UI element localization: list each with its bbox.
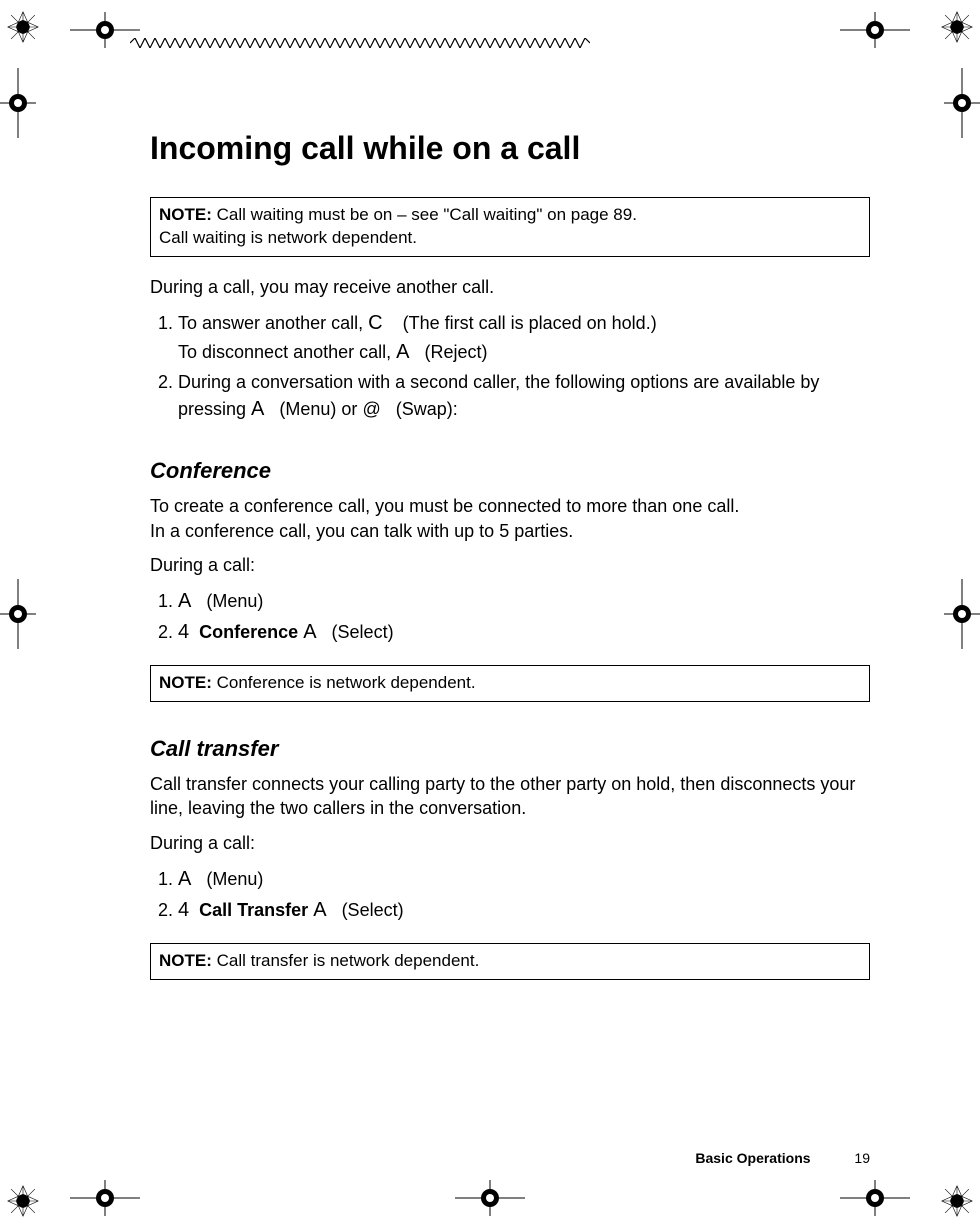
note-text: Call waiting is network dependent. xyxy=(159,228,417,247)
registration-mark-icon xyxy=(944,68,980,138)
sunburst-icon xyxy=(6,10,40,44)
footer-chapter: Basic Operations xyxy=(695,1150,810,1166)
page-title: Incoming call while on a call xyxy=(150,130,870,167)
registration-mark-icon xyxy=(70,1180,140,1216)
conference-desc: In a conference call, you can talk with … xyxy=(150,519,870,543)
registration-mark-icon xyxy=(0,579,36,649)
step-text: (Menu) or xyxy=(274,399,362,419)
conference-desc: To create a conference call, you must be… xyxy=(150,494,870,518)
registration-mark-icon xyxy=(840,1180,910,1216)
sunburst-icon xyxy=(6,1184,40,1218)
select-key-icon: A xyxy=(303,621,316,643)
note-text: Call waiting must be on – see "Call wait… xyxy=(212,205,637,224)
menu-key-icon: A xyxy=(178,868,191,890)
step-text-bold: Conference xyxy=(199,622,298,642)
step-text: (Menu) xyxy=(201,591,263,611)
step-text: (Swap): xyxy=(391,399,458,419)
list-item: 4 Conference A (Select) xyxy=(178,618,870,647)
swap-key-icon: @ xyxy=(362,399,380,419)
step-text-bold: Call Transfer xyxy=(199,900,308,920)
note-conference: NOTE: Conference is network dependent. xyxy=(150,665,870,702)
registration-mark-icon xyxy=(0,68,36,138)
step-text: (Reject) xyxy=(420,342,488,362)
reject-key-icon: A xyxy=(396,341,409,363)
page-footer: Basic Operations 19 xyxy=(695,1150,870,1166)
note-text: Call transfer is network dependent. xyxy=(212,951,479,970)
footer-page-number: 19 xyxy=(854,1150,870,1166)
menu-key-icon: A xyxy=(251,398,264,420)
list-item: During a conversation with a second call… xyxy=(178,369,870,424)
step-text: To disconnect another call, xyxy=(178,342,396,362)
list-item: A (Menu) xyxy=(178,587,870,616)
call-transfer-heading: Call transfer xyxy=(150,736,870,762)
registration-mark-icon xyxy=(840,12,910,48)
call-transfer-steps: A (Menu) 4 Call Transfer A (Select) xyxy=(150,865,870,925)
registration-mark-icon xyxy=(70,12,140,48)
list-item: To answer another call, C (The first cal… xyxy=(178,309,870,367)
list-item: A (Menu) xyxy=(178,865,870,894)
list-item: 4 Call Transfer A (Select) xyxy=(178,896,870,925)
incoming-steps: To answer another call, C (The first cal… xyxy=(150,309,870,424)
intro-text: During a call, you may receive another c… xyxy=(150,275,870,299)
nav-key-icon: 4 xyxy=(178,621,189,643)
note-label: NOTE: xyxy=(159,205,212,224)
call-transfer-during: During a call: xyxy=(150,831,870,855)
sunburst-icon xyxy=(940,1184,974,1218)
registration-mark-icon xyxy=(455,1180,525,1216)
registration-mark-icon xyxy=(944,579,980,649)
nav-key-icon: 4 xyxy=(178,899,189,921)
page-content: Incoming call while on a call NOTE: Call… xyxy=(150,130,870,1138)
step-text: To answer another call, xyxy=(178,313,368,333)
step-text: (Select) xyxy=(337,900,404,920)
answer-key-icon: C xyxy=(368,312,382,334)
conference-during: During a call: xyxy=(150,553,870,577)
header-zigzag xyxy=(130,38,590,48)
step-text: (Select) xyxy=(327,622,394,642)
conference-steps: A (Menu) 4 Conference A (Select) xyxy=(150,587,870,647)
note-label: NOTE: xyxy=(159,673,212,692)
note-call-transfer: NOTE: Call transfer is network dependent… xyxy=(150,943,870,980)
conference-heading: Conference xyxy=(150,458,870,484)
note-text: Conference is network dependent. xyxy=(212,673,476,692)
step-text: (Menu) xyxy=(201,869,263,889)
note-call-waiting: NOTE: Call waiting must be on – see "Cal… xyxy=(150,197,870,257)
step-text: (The first call is placed on hold.) xyxy=(398,313,657,333)
menu-key-icon: A xyxy=(178,590,191,612)
call-transfer-desc: Call transfer connects your calling part… xyxy=(150,772,870,821)
sunburst-icon xyxy=(940,10,974,44)
note-label: NOTE: xyxy=(159,951,212,970)
select-key-icon: A xyxy=(313,899,326,921)
